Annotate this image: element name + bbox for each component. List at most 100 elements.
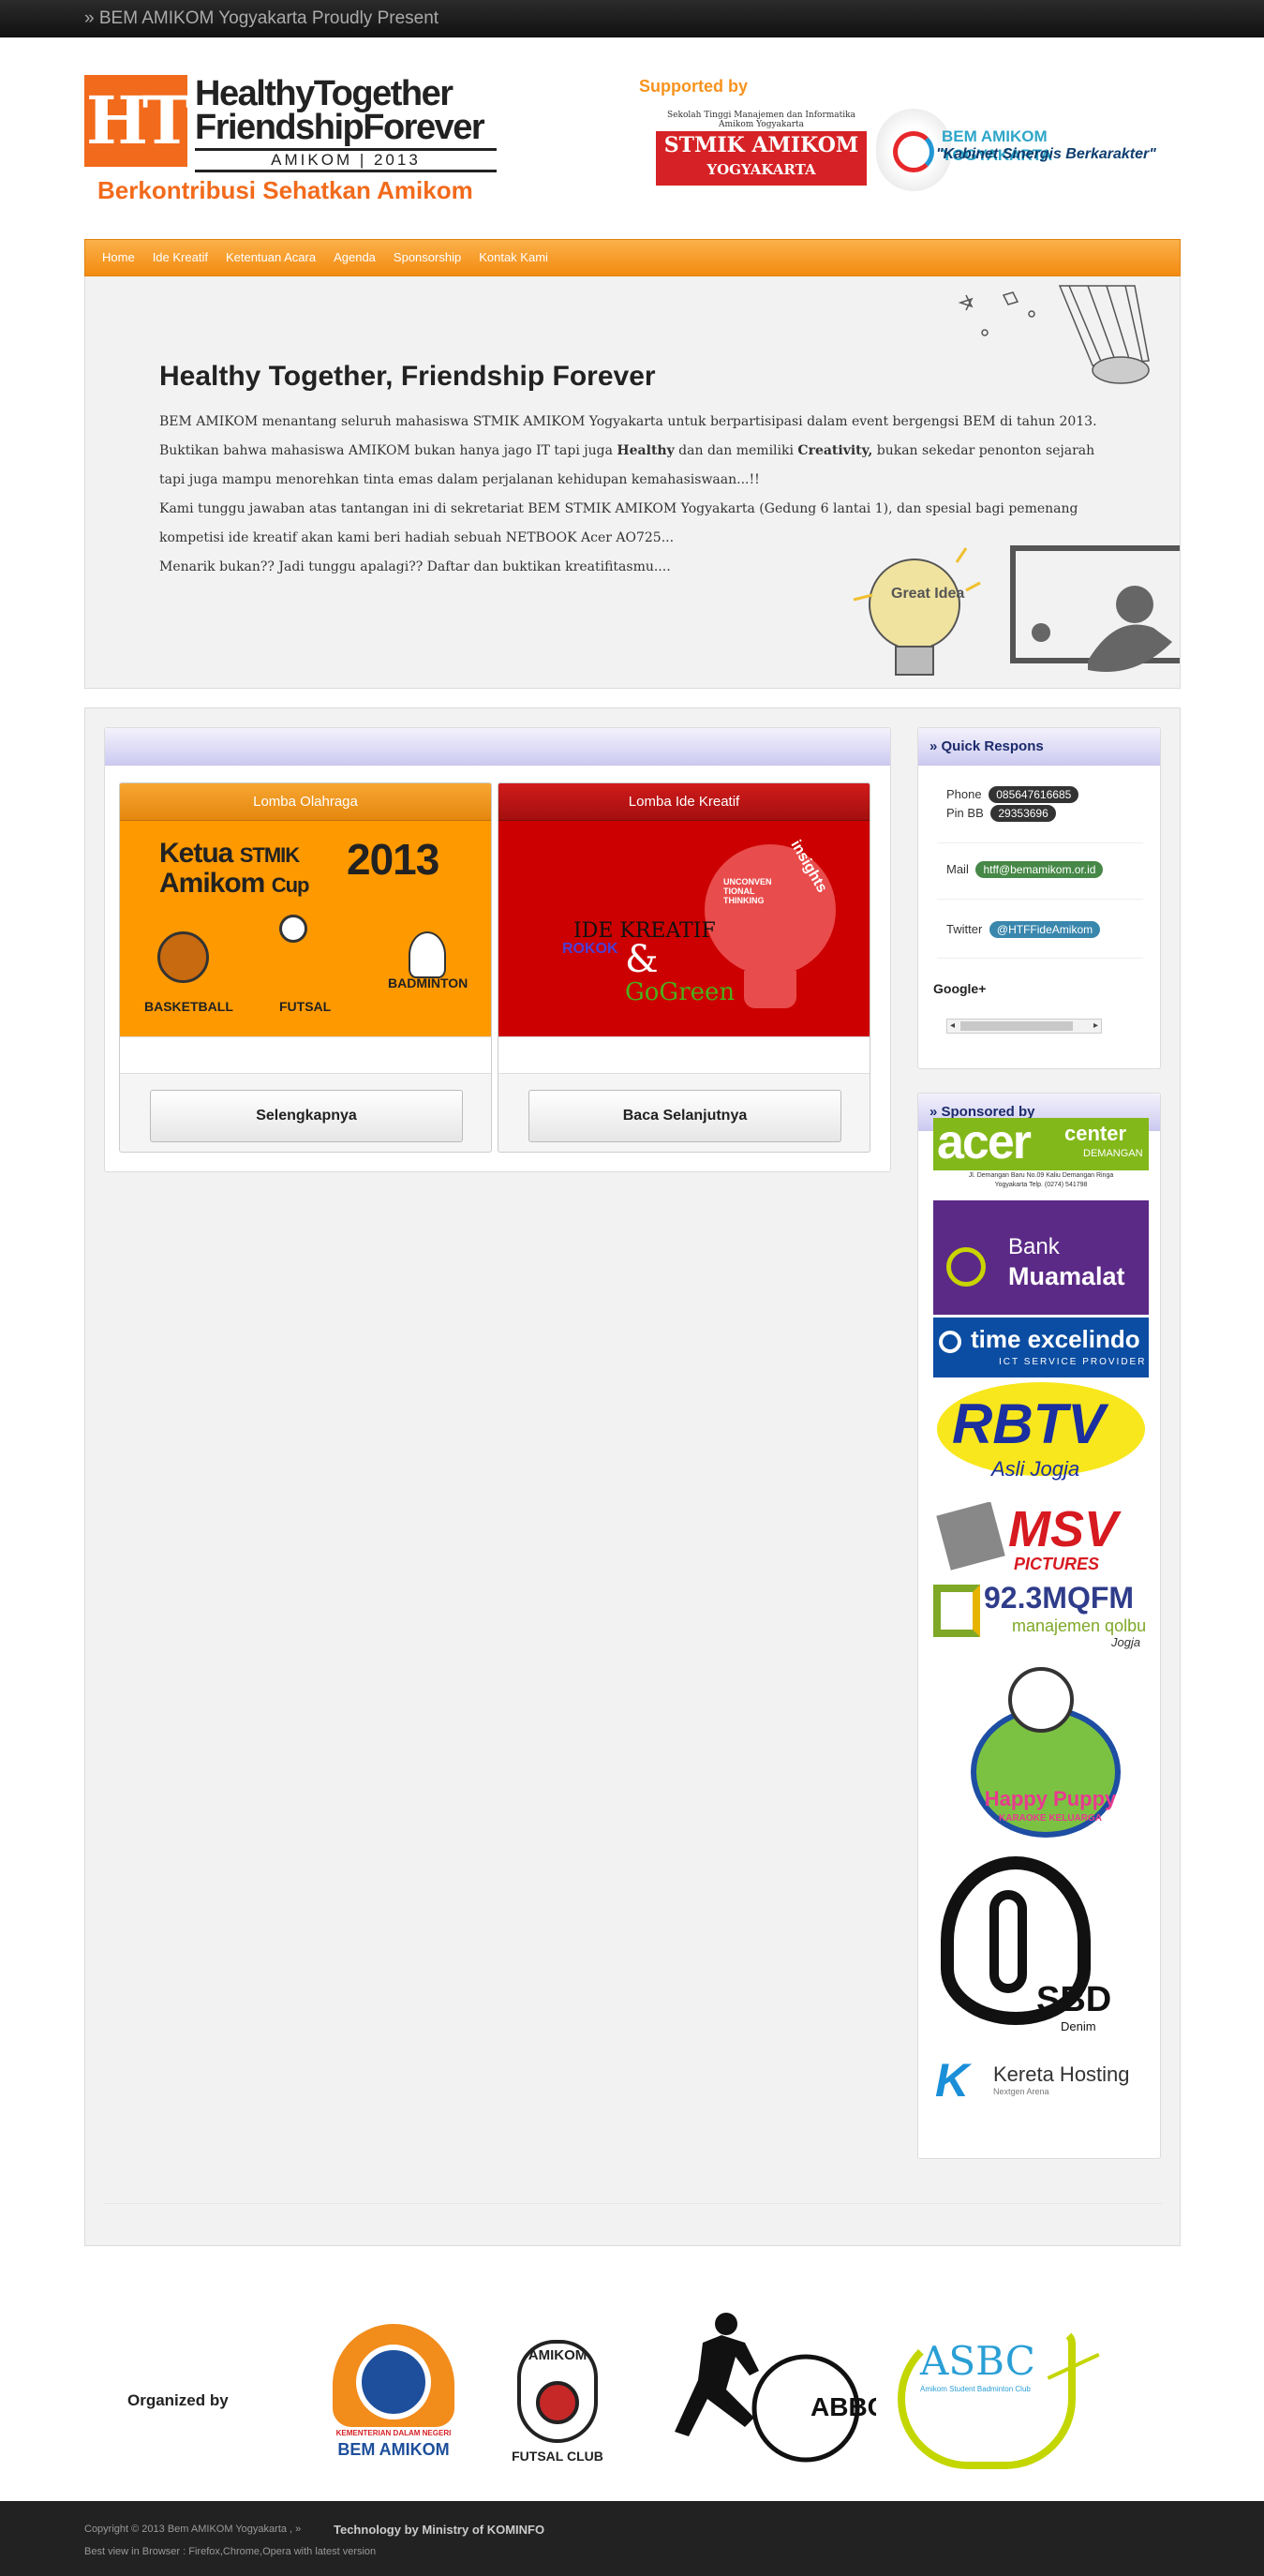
sponsor-rbtv-logo[interactable]: RBTV Asli Jogja [933,1380,1149,1493]
card-lomba-olahraga: Lomba Olahraga Ketua STMIK Amikom Cup 20… [119,782,492,1153]
supported-by-label: Supported by [639,77,748,96]
phone-badge[interactable]: 085647616685 [989,786,1079,803]
stmik-city: YOGYAKARTA [706,161,816,178]
card-body [498,1036,870,1074]
svg-text:ABBC: ABBC [810,2392,876,2421]
sport-label-futsal: FUTSAL [279,999,332,1014]
sponsor-kereta-hosting-logo[interactable]: K Kereta Hosting Nextgen Arena [933,2049,1149,2106]
lightbulb-base-icon [744,971,796,1008]
google-plus-label: Google+ [933,981,987,996]
pinbb-row: Pin BB 29353696 [946,805,1056,822]
top-bar-text: » BEM AMIKOM Yogyakarta Proudly Present [84,8,439,28]
sports-cup-image[interactable]: Ketua STMIK Amikom Cup 2013 BASKETBALL F… [120,821,491,1036]
sponsor-mqfm-logo[interactable]: 92.3MQFM manajemen qolbu Jogja [933,1581,1149,1656]
nav-kontak-kami[interactable]: Kontak Kami [479,240,548,275]
sponsor-happy-puppy-logo[interactable]: Happy Puppy KARAOKE KELUARGA [933,1660,1149,1843]
cup-title: Ketua STMIK Amikom Cup 2013 [159,835,439,899]
google-plus-scrollbar[interactable]: ◂ ▸ [946,1019,1102,1034]
baca-selanjutnya-button[interactable]: Baca Selanjutnya [528,1090,841,1142]
shuttlecock-icon [409,931,446,978]
divider [104,2203,1163,2204]
selengkapnya-button[interactable]: Selengkapnya [150,1090,463,1142]
sponsor-bank-muamalat-logo[interactable]: Bank Muamalat [933,1200,1149,1315]
card-title: Lomba Olahraga [120,783,491,821]
twitter-badge[interactable]: @HTFFideAmikom [989,921,1101,938]
main-nav: Home Ide Kreatif Ketentuan Acara Agenda … [84,239,1181,276]
competition-panel: Lomba Olahraga Ketua STMIK Amikom Cup 20… [104,727,891,1172]
sponsor-time-excelindo-logo[interactable]: time excelindo ICT SERVICE PROVIDER [933,1318,1149,1377]
mail-badge[interactable]: htff@bemamikom.or.id [975,861,1104,878]
basketball-icon [157,931,209,983]
nav-ketentuan-acara[interactable]: Ketentuan Acara [226,240,316,275]
phone-row: Phone 085647616685 [946,786,1079,803]
sponsor-msv-pictures-logo[interactable]: MSV PICTURES [933,1502,1149,1577]
card-title: Lomba Ide Kreatif [498,783,870,821]
bem-amikom-logo[interactable]: BEM AMIKOM YOGYAKARTA "Kabinet Sinergis … [876,109,1157,193]
scroll-thumb[interactable] [960,1021,1073,1031]
scroll-right-icon[interactable]: ▸ [1093,1020,1098,1033]
twitter-label: Twitter [946,922,983,936]
ide-kreatif-image[interactable]: UNCONVEN TIONAL THINKING insights IDE KR… [498,821,870,1036]
main-content: Lomba Olahraga Ketua STMIK Amikom Cup 20… [84,707,1181,2246]
divider [937,842,1143,843]
pinbb-badge[interactable]: 29353696 [990,805,1056,822]
pinbb-label: Pin BB [946,806,984,820]
mail-label: Mail [946,862,969,876]
org-futsal-club-logo[interactable]: AMIKOM FUTSAL CLUB [506,2338,609,2469]
hero-line-4: Kami tunggu jawaban atas tantangan ini d… [159,501,1078,516]
hero-line-2: Buktikan bahwa mahasiswa AMIKOM bukan ha… [159,443,1095,458]
basketball-player-icon: ABBC [675,2313,886,2463]
nav-ide-kreatif[interactable]: Ide Kreatif [153,240,208,275]
divider [937,958,1143,959]
sport-label-basketball: BASKETBALL [144,999,233,1014]
logo-line-1: HealthyTogether [195,74,454,113]
twitter-row: Twitter @HTFFideAmikom [946,921,1101,938]
stmik-red-box: STMIK AMIKOM YOGYAKARTA [656,131,867,186]
gogreen-text: GoGreen [625,978,736,1006]
stmik-amikom-logo[interactable]: Sekolah Tinggi Manajemen dan Informatika… [656,111,867,186]
ampersand-text: & [625,938,659,981]
scroll-left-icon[interactable]: ◂ [950,1020,955,1033]
footer-best-view: Best view in Browser : Firefox,Chrome,Op… [84,2546,377,2557]
stmik-name: STMIK AMIKOM [663,133,859,157]
mail-row: Mail htff@bemamikom.or.id [946,861,1104,878]
logo-line-3: AMIKOM | 2013 [195,148,497,172]
sponsor-acer-logo[interactable]: acer center DEMANGAN Jl. Demangan Baru N… [933,1118,1149,1195]
shuttlecock-illustration-icon [958,285,1150,384]
card-body [120,1036,491,1074]
football-icon [279,915,307,943]
hero-banner: Healthy Together, Friendship Forever BEM… [84,276,1181,689]
logo-line-2: FriendshipForever [195,108,485,147]
sponsor-sbd-denim-logo[interactable]: SBD Denim [933,1853,1149,2046]
player-screen-illustration-icon [1010,545,1180,672]
organized-by-label: Organized by [127,2391,229,2409]
sponsored-by-widget: » Sponsored by acer center DEMANGAN Jl. … [917,1093,1161,2159]
hero-line-1: BEM AMIKOM menantang seluruh mahasiswa S… [159,414,1097,429]
phone-label: Phone [946,787,982,801]
card-lomba-ide-kreatif: Lomba Ide Kreatif UNCONVEN TIONAL THINKI… [498,782,870,1153]
nav-home[interactable]: Home [102,240,135,275]
top-bar: » BEM AMIKOM Yogyakarta Proudly Present [0,0,1264,37]
competition-panel-header [105,728,890,766]
site-logo[interactable]: HT HealthyTogether FriendshipForever AMI… [84,73,523,208]
footer-copyright: Copyright © 2013 Bem AMIKOM Yogyakarta ,… [84,2524,302,2535]
nav-sponsorship[interactable]: Sponsorship [394,240,461,275]
org-abbc-logo[interactable]: ABBC [670,2305,886,2469]
bem-logo-slogan: "Kabinet Sinergis Berkarakter" [936,146,1156,162]
org-asbc-logo[interactable]: ASBC Amikom Student Badminton Club [898,2322,1100,2469]
stmik-top-text: Sekolah Tinggi Manajemen dan Informatika… [667,111,855,129]
org-bem-amikom-logo[interactable]: KEMENTERIAN DALAM NEGERI BEM AMIKOM [323,2324,464,2464]
quick-respons-title: » Quick Respons [918,728,1160,766]
bulb-text: Great Idea [891,586,964,602]
footer: Copyright © 2013 Bem AMIKOM Yogyakarta ,… [0,2501,1264,2576]
divider [937,899,1143,900]
bulb-label: UNCONVEN TIONAL THINKING [723,877,772,905]
nav-agenda[interactable]: Agenda [334,240,376,275]
hero-line-3: tapi juga mampu menorehkan tinta emas da… [159,472,760,487]
lightbulb-illustration-icon: Great Idea [853,547,981,676]
logo-mark: HT [84,75,191,167]
quick-respons-widget: » Quick Respons Phone 085647616685 Pin B… [917,727,1161,1069]
rokok-text: ROKOK [562,941,618,957]
footer-technology[interactable]: Technology by Ministry of KOMINFO [334,2523,544,2537]
logo-tagline: Berkontribusi Sehatkan Amikom [97,176,473,204]
